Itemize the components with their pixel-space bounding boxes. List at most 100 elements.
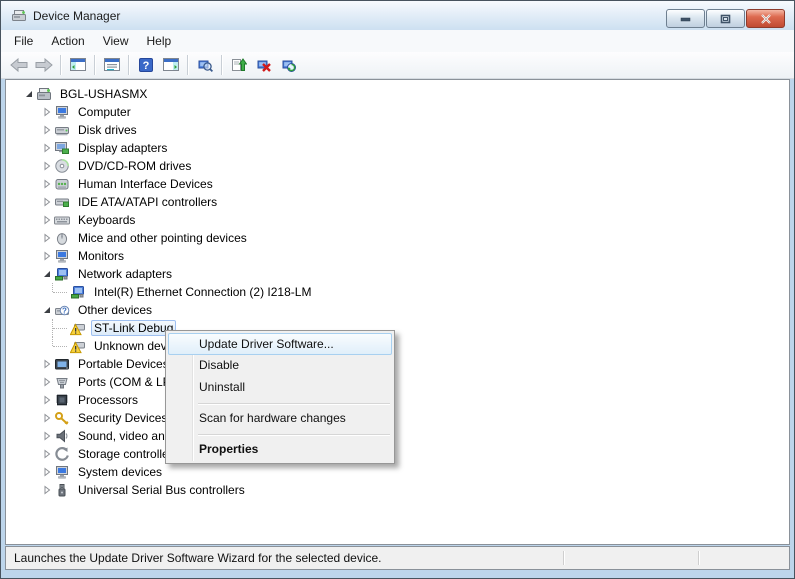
expand-collapsed-icon[interactable] [40, 411, 54, 425]
portable-device-icon [54, 356, 70, 372]
security-key-icon [54, 410, 70, 426]
tree-item-storage-controllers[interactable]: Storage controllers [6, 445, 789, 463]
status-bar: Launches the Update Driver Software Wiza… [5, 546, 790, 570]
tree-item-monitors[interactable]: Monitors [6, 247, 789, 265]
tree-item-intel-r-ethernet-connection-2-i218-lm[interactable]: Intel(R) Ethernet Connection (2) I218-LM [6, 283, 789, 301]
expand-collapsed-icon[interactable] [40, 465, 54, 479]
expand-expanded-icon[interactable] [40, 303, 54, 317]
tree-item-st-link-debug[interactable]: ST-Link Debug [6, 319, 789, 337]
expand-collapsed-icon[interactable] [40, 429, 54, 443]
expand-collapsed-icon[interactable] [40, 357, 54, 371]
tree-item-label: Universal Serial Bus controllers [75, 482, 248, 498]
toolbar-separator [60, 55, 61, 75]
scan-hardware-changes-button[interactable] [276, 54, 301, 77]
expand-collapsed-icon[interactable] [40, 195, 54, 209]
properties-button[interactable] [99, 54, 124, 77]
svg-text:?: ? [62, 306, 67, 315]
monitor-icon [54, 464, 70, 480]
context-menu-item-scan-for-hardware-changes[interactable]: Scan for hardware changes [168, 408, 392, 430]
minimize-button[interactable] [666, 9, 705, 28]
back-arrow-icon [9, 57, 29, 73]
expand-collapsed-icon[interactable] [40, 249, 54, 263]
scan-hardware-changes-icon [281, 57, 297, 73]
tree-item-universal-serial-bus-controllers[interactable]: Universal Serial Bus controllers [6, 481, 789, 499]
device-tree-panel[interactable]: BGL-USHASMXComputerDisk drivesDisplay ad… [5, 79, 790, 545]
tree-item-security-devices[interactable]: Security Devices [6, 409, 789, 427]
tree-item-other-devices[interactable]: ?Other devices [6, 301, 789, 319]
tree-item-mice-and-other-pointing-devices[interactable]: Mice and other pointing devices [6, 229, 789, 247]
usb-icon [54, 482, 70, 498]
device-tree: BGL-USHASMXComputerDisk drivesDisplay ad… [6, 80, 789, 499]
expand-collapsed-icon[interactable] [40, 393, 54, 407]
hid-device-icon [54, 176, 70, 192]
tree-item-bgl-ushasmx[interactable]: BGL-USHASMX [6, 85, 789, 103]
console-tree-icon [70, 57, 86, 73]
tree-item-ide-ata-atapi-controllers[interactable]: IDE ATA/ATAPI controllers [6, 193, 789, 211]
maximize-button[interactable] [706, 9, 745, 28]
expand-collapsed-icon[interactable] [40, 177, 54, 191]
toolbar: ? [1, 52, 794, 79]
tree-item-disk-drives[interactable]: Disk drives [6, 121, 789, 139]
keyboard-icon [54, 212, 70, 228]
tree-item-label: Mice and other pointing devices [75, 230, 250, 246]
menu-action[interactable]: Action [42, 31, 93, 51]
tree-item-system-devices[interactable]: System devices [6, 463, 789, 481]
context-menu-item-update-driver-software[interactable]: Update Driver Software... [168, 333, 392, 355]
toolbar-separator [187, 55, 188, 75]
menu-view[interactable]: View [94, 31, 138, 51]
uninstall-device-icon [256, 57, 272, 73]
expand-collapsed-icon[interactable] [40, 447, 54, 461]
update-driver-button[interactable] [226, 54, 251, 77]
show-console-tree-button[interactable] [65, 54, 90, 77]
storage-controller-icon [54, 446, 70, 462]
tree-item-human-interface-devices[interactable]: Human Interface Devices [6, 175, 789, 193]
expand-collapsed-icon[interactable] [40, 123, 54, 137]
tree-item-display-adapters[interactable]: Display adapters [6, 139, 789, 157]
help-icon: ? [138, 57, 154, 73]
context-menu-item-uninstall[interactable]: Uninstall [168, 377, 392, 399]
menu-help[interactable]: Help [138, 31, 181, 51]
tree-item-computer[interactable]: Computer [6, 103, 789, 121]
forward-arrow-icon [34, 57, 54, 73]
title-bar[interactable]: Device Manager [1, 1, 794, 30]
tree-item-portable-devices[interactable]: Portable Devices [6, 355, 789, 373]
show-action-pane-button[interactable] [158, 54, 183, 77]
expand-collapsed-icon[interactable] [40, 375, 54, 389]
context-menu-item-properties[interactable]: Properties [168, 439, 392, 461]
context-menu-item-disable[interactable]: Disable [168, 355, 392, 377]
tree-item-unknown-device[interactable]: Unknown device [6, 337, 789, 355]
status-divider [563, 551, 564, 565]
network-adapter-icon [54, 266, 70, 282]
tree-item-ports-com-lpt[interactable]: Ports (COM & LPT) [6, 373, 789, 391]
properties-icon [104, 57, 120, 73]
expand-collapsed-icon[interactable] [40, 105, 54, 119]
close-icon [760, 14, 772, 24]
expand-collapsed-icon[interactable] [40, 159, 54, 173]
expand-collapsed-icon[interactable] [40, 141, 54, 155]
context-menu: Update Driver Software...DisableUninstal… [165, 330, 395, 464]
expand-expanded-icon[interactable] [22, 87, 36, 101]
uninstall-button[interactable] [251, 54, 276, 77]
tree-item-label: Processors [75, 392, 141, 408]
tree-connector [50, 319, 70, 337]
forward-button[interactable] [31, 54, 56, 77]
monitor-icon [54, 248, 70, 264]
tree-item-label: IDE ATA/ATAPI controllers [75, 194, 220, 210]
expand-collapsed-icon[interactable] [40, 483, 54, 497]
tree-item-dvd-cd-rom-drives[interactable]: DVD/CD-ROM drives [6, 157, 789, 175]
display-adapter-icon [54, 140, 70, 156]
expand-collapsed-icon[interactable] [40, 231, 54, 245]
expand-expanded-icon[interactable] [40, 267, 54, 281]
help-button[interactable]: ? [133, 54, 158, 77]
menu-file[interactable]: File [5, 31, 42, 51]
computer-magnifier-icon [197, 57, 213, 73]
scan-devices-button[interactable] [192, 54, 217, 77]
tree-item-keyboards[interactable]: Keyboards [6, 211, 789, 229]
tree-item-processors[interactable]: Processors [6, 391, 789, 409]
back-button[interactable] [6, 54, 31, 77]
expand-collapsed-icon[interactable] [40, 213, 54, 227]
tree-item-sound-video-and-game-controllers[interactable]: Sound, video and game controllers [6, 427, 789, 445]
warning-device-icon [70, 338, 86, 354]
tree-item-network-adapters[interactable]: Network adapters [6, 265, 789, 283]
close-button[interactable] [746, 9, 785, 28]
